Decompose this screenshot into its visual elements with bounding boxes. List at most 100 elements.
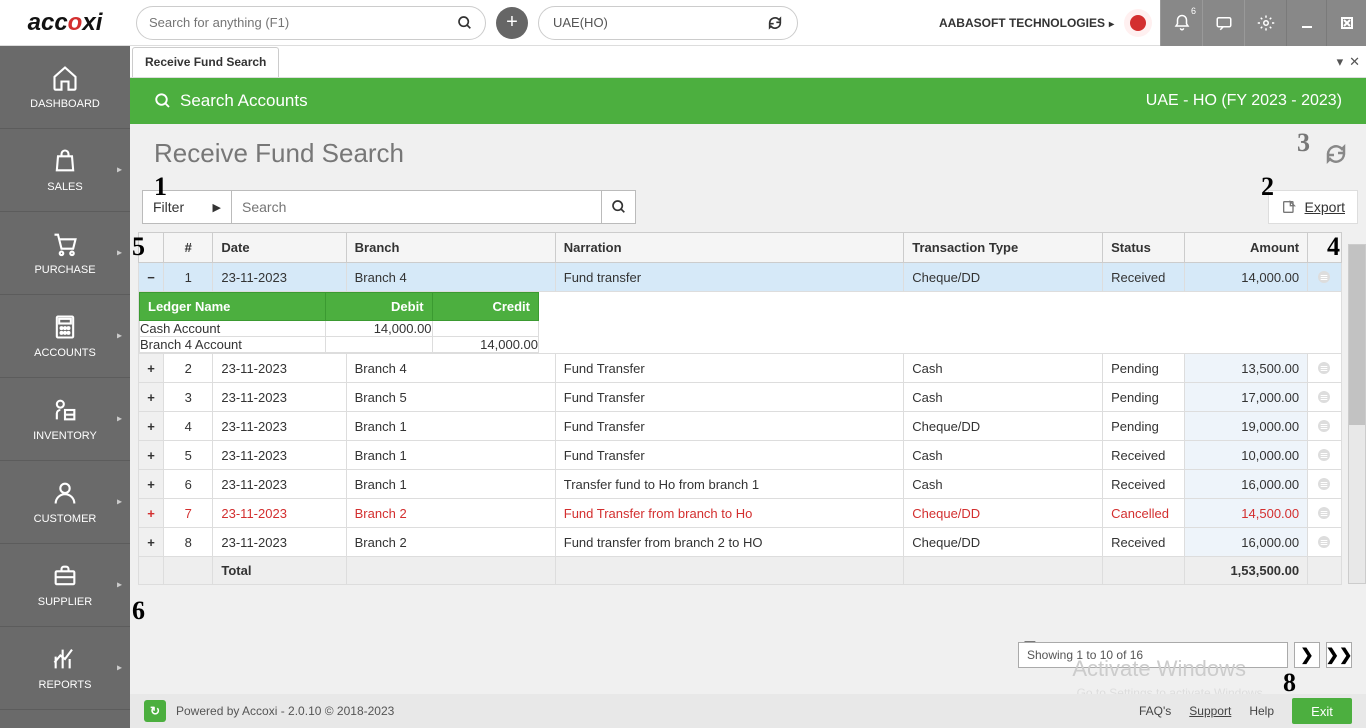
- expand-toggle[interactable]: +: [139, 383, 164, 412]
- sidebar-item-sales[interactable]: SALES ▸: [0, 129, 130, 212]
- cell-date: 23-11-2023: [213, 499, 346, 528]
- tab-close-icon[interactable]: ✕: [1349, 54, 1360, 70]
- table-wrapper: 4 5 # Date Branch Narration Transaction …: [130, 232, 1366, 700]
- row-action-icon[interactable]: [1308, 441, 1342, 470]
- cell-branch: Branch 2: [346, 528, 555, 557]
- row-action-icon[interactable]: [1308, 263, 1342, 292]
- sidebar-item-dashboard[interactable]: DASHBOARD: [0, 46, 130, 129]
- results-table: # Date Branch Narration Transaction Type…: [138, 232, 1342, 585]
- org-selector[interactable]: UAE(HO): [538, 6, 798, 40]
- row-action-icon[interactable]: [1308, 499, 1342, 528]
- watermark: Activate Windows: [1072, 656, 1246, 682]
- row-action-icon[interactable]: [1308, 412, 1342, 441]
- tab-dropdown-icon[interactable]: ▾: [1337, 54, 1344, 70]
- cell-status: Pending: [1103, 383, 1185, 412]
- table-row[interactable]: +323-11-2023Branch 5Fund TransferCashPen…: [139, 383, 1342, 412]
- cell-index: 4: [164, 412, 213, 441]
- expand-toggle[interactable]: +: [139, 528, 164, 557]
- table-row[interactable]: +423-11-2023Branch 1Fund TransferCheque/…: [139, 412, 1342, 441]
- col-branch[interactable]: Branch: [346, 233, 555, 263]
- sidebar-item-inventory[interactable]: INVENTORY ▸: [0, 378, 130, 461]
- sidebar-item-reports[interactable]: REPORTS ▸: [0, 627, 130, 710]
- annotation-6: 6: [132, 596, 145, 626]
- sidebar-item-supplier[interactable]: SUPPLIER ▸: [0, 544, 130, 627]
- sync-icon[interactable]: [767, 15, 783, 31]
- cell-status: Cancelled: [1103, 499, 1185, 528]
- row-action-icon[interactable]: [1308, 528, 1342, 557]
- table-search-input[interactable]: [232, 190, 602, 224]
- row-action-icon[interactable]: [1308, 470, 1342, 499]
- chevron-right-icon: ▸: [117, 165, 122, 176]
- footer-powered: Powered by Accoxi - 2.0.10 © 2018-2023: [176, 704, 394, 718]
- avatar[interactable]: [1124, 9, 1152, 37]
- expand-toggle[interactable]: +: [139, 441, 164, 470]
- cell-ttype: Cheque/DD: [904, 412, 1103, 441]
- table-row[interactable]: +223-11-2023Branch 4Fund TransferCashPen…: [139, 354, 1342, 383]
- company-menu[interactable]: AABASOFT TECHNOLOGIES▸: [939, 16, 1114, 30]
- col-date[interactable]: Date: [213, 233, 346, 263]
- tab-receive-fund-search[interactable]: Receive Fund Search: [132, 47, 279, 77]
- table-row[interactable]: +623-11-2023Branch 1Transfer fund to Ho …: [139, 470, 1342, 499]
- global-search-input[interactable]: [149, 15, 457, 30]
- export-button[interactable]: Export: [1268, 190, 1358, 224]
- cell-status: Received: [1103, 470, 1185, 499]
- sidebar-item-label: CUSTOMER: [34, 513, 97, 525]
- sidebar-item-customer[interactable]: CUSTOMER ▸: [0, 461, 130, 544]
- vertical-scrollbar[interactable]: [1348, 244, 1366, 584]
- refresh-button[interactable]: [1324, 142, 1348, 166]
- ledger-debit: 14,000.00: [326, 321, 432, 337]
- col-index[interactable]: #: [164, 233, 213, 263]
- cell-amount: 10,000.00: [1185, 441, 1308, 470]
- col-amount[interactable]: Amount: [1185, 233, 1308, 263]
- ledger-col-name: Ledger Name: [140, 293, 326, 321]
- cell-index: 5: [164, 441, 213, 470]
- org-name: UAE(HO): [553, 15, 608, 30]
- next-page-button[interactable]: ❯: [1294, 642, 1320, 668]
- annotation-2: 2: [1261, 172, 1274, 202]
- table-toolbar: 1 2 Filter▶ Export: [130, 182, 1366, 232]
- row-action-icon[interactable]: [1308, 354, 1342, 383]
- ledger-credit: [432, 321, 538, 337]
- row-action-icon[interactable]: [1308, 383, 1342, 412]
- sidebar-item-label: SUPPLIER: [38, 596, 92, 608]
- table-row[interactable]: +823-11-2023Branch 2Fund transfer from b…: [139, 528, 1342, 557]
- cell-status: Pending: [1103, 354, 1185, 383]
- chevron-right-icon: ▸: [117, 414, 122, 425]
- notif-badge: 6: [1191, 6, 1196, 16]
- close-button[interactable]: [1326, 0, 1366, 46]
- table-row[interactable]: +723-11-2023Branch 2Fund Transfer from b…: [139, 499, 1342, 528]
- link-help[interactable]: Help: [1249, 704, 1274, 718]
- sidebar-item-accounts[interactable]: ACCOUNTS ▸: [0, 295, 130, 378]
- table-search-button[interactable]: [602, 190, 636, 224]
- cell-index: 8: [164, 528, 213, 557]
- add-button[interactable]: +: [496, 7, 528, 39]
- table-row[interactable]: −123-11-2023Branch 4Fund transferCheque/…: [139, 263, 1342, 292]
- expand-toggle[interactable]: −: [139, 263, 164, 292]
- expand-toggle[interactable]: +: [139, 470, 164, 499]
- user-icon: [51, 479, 79, 507]
- last-page-button[interactable]: ❯❯: [1326, 642, 1352, 668]
- col-ttype[interactable]: Transaction Type: [904, 233, 1103, 263]
- chat-icon[interactable]: [1202, 0, 1244, 46]
- link-support[interactable]: Support: [1189, 704, 1231, 718]
- expand-toggle[interactable]: +: [139, 412, 164, 441]
- expand-toggle[interactable]: +: [139, 354, 164, 383]
- link-faqs[interactable]: FAQ's: [1139, 704, 1171, 718]
- col-narration[interactable]: Narration: [555, 233, 904, 263]
- bell-icon[interactable]: 6: [1160, 0, 1202, 46]
- sidebar: DASHBOARD SALES ▸ PURCHASE ▸ ACCOUNTS ▸ …: [0, 46, 130, 728]
- exit-button[interactable]: Exit: [1292, 698, 1352, 724]
- table-header-row: # Date Branch Narration Transaction Type…: [139, 233, 1342, 263]
- gear-icon[interactable]: [1244, 0, 1286, 46]
- home-icon: [51, 64, 79, 92]
- global-search[interactable]: [136, 6, 486, 40]
- cell-date: 23-11-2023: [213, 354, 346, 383]
- col-status[interactable]: Status: [1103, 233, 1185, 263]
- table-row[interactable]: +523-11-2023Branch 1Fund TransferCashRec…: [139, 441, 1342, 470]
- search-icon[interactable]: [457, 15, 473, 31]
- cell-amount: 16,000.00: [1185, 528, 1308, 557]
- sidebar-item-purchase[interactable]: PURCHASE ▸: [0, 212, 130, 295]
- ledger-row: Cash Account14,000.00: [140, 321, 539, 337]
- minimize-button[interactable]: [1286, 0, 1326, 46]
- expand-toggle[interactable]: +: [139, 499, 164, 528]
